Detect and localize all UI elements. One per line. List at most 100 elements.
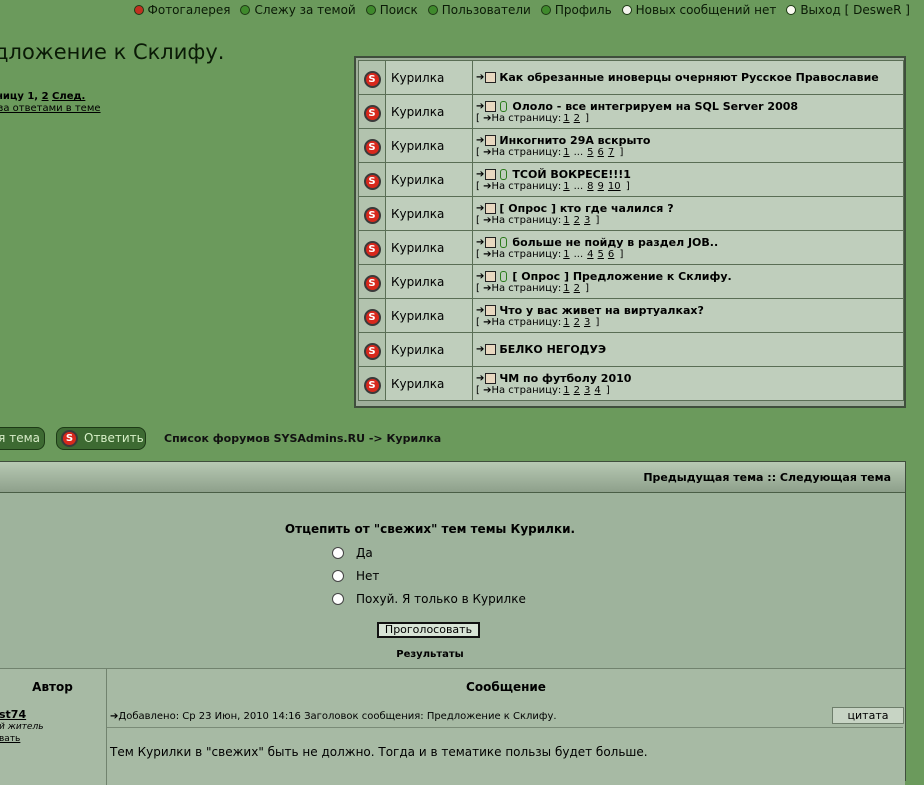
arrow-icon: ➔ (476, 202, 485, 214)
pages-label: На страницу: (491, 214, 562, 226)
page-link[interactable]: 6 (598, 147, 604, 158)
author-profile-link[interactable]: вать (0, 734, 20, 744)
post-body: Тем Курилки в "свежих" быть не должно. Т… (110, 745, 648, 759)
page-link[interactable]: 9 (598, 181, 604, 192)
radio-button[interactable] (332, 593, 344, 605)
topic-status-cell: S (358, 94, 386, 129)
poll-option[interactable]: Да (332, 546, 373, 560)
topic-title[interactable]: больше не пойду в раздел JOB.. (512, 236, 718, 249)
topic-forum[interactable]: Курилка (385, 128, 473, 163)
topic-forum[interactable]: Курилка (385, 60, 473, 95)
page-link[interactable]: 2 (574, 385, 580, 396)
users-icon (427, 5, 438, 15)
new-topic-button[interactable]: ая тема (0, 427, 45, 450)
topic-title[interactable]: ТСОЙ ВОКРЕСЕ!!!1 (512, 168, 631, 181)
topic-title[interactable]: [ Опрос ] Предложение к Склифу. (512, 270, 731, 283)
topic-pages: [ ➔На страницу: 1... 4 5 6 ] (476, 249, 903, 260)
breadcrumb[interactable]: Список форумов SYSAdmins.RU -> Курилка (164, 432, 441, 445)
nav-users[interactable]: Пользователи (427, 3, 531, 17)
page-link[interactable]: 10 (608, 181, 621, 192)
poll-results-link[interactable]: Результаты (0, 649, 861, 660)
radio-button[interactable] (332, 570, 344, 582)
nav-messages[interactable]: Новых сообщений нет (621, 3, 776, 17)
author-name[interactable]: st74 (0, 708, 26, 721)
forum-icon: S (363, 207, 381, 224)
pages-ellipsis: ... (573, 180, 584, 192)
topic-forum[interactable]: Курилка (385, 196, 473, 231)
topic-forum[interactable]: Курилка (385, 230, 473, 265)
topic-icon (485, 202, 497, 214)
page-link[interactable]: 7 (608, 147, 614, 158)
topic-icon (485, 344, 497, 355)
topic-forum[interactable]: Курилка (385, 94, 473, 129)
arrow-icon: ➔ (476, 168, 485, 180)
page-link[interactable]: 8 (587, 181, 593, 192)
pagination-next[interactable]: След. (52, 91, 85, 102)
topic-status-cell: S (358, 264, 386, 299)
topic-title[interactable]: Ололо - все интегрируем на SQL Server 20… (512, 100, 798, 113)
nav-gallery[interactable]: Фотогалерея (133, 3, 230, 17)
topic-status-cell: S (358, 230, 386, 265)
forum-icon: S (363, 71, 381, 88)
topic-forum[interactable]: Курилка (385, 366, 473, 401)
page-link[interactable]: 1 (563, 181, 569, 192)
topic-title[interactable]: Инкогнито 29А вскрыто (499, 134, 650, 147)
topic-pages: [ ➔На страницу: 1 2 3 ] (476, 215, 903, 226)
pages-label: На страницу: (491, 316, 562, 328)
page-link[interactable]: 4 (587, 249, 593, 260)
radio-button[interactable] (332, 547, 344, 559)
topic-forum[interactable]: Курилка (385, 298, 473, 333)
topic-forum[interactable]: Курилка (385, 332, 473, 367)
topic-title[interactable]: Как обрезанные иноверцы очерняют Русское… (499, 71, 878, 84)
posts-header: Автор Сообщение (0, 668, 905, 706)
forum-icon: S (363, 105, 381, 122)
watch-topic-link[interactable]: за ответами в теме (0, 103, 101, 114)
reply-button[interactable]: S Ответить (56, 427, 146, 450)
poll-option[interactable]: Похуй. Я только в Курилке (332, 592, 526, 606)
pagination: ницу 1, 2 След. (0, 91, 86, 102)
pagination-page-2[interactable]: 2 (42, 91, 49, 102)
topic-title[interactable]: [ Опрос ] кто где чалился ? (499, 202, 673, 215)
page-link[interactable]: 4 (594, 385, 600, 396)
topic-nav-links[interactable]: Предыдущая тема :: Следующая тема (643, 471, 891, 484)
topic-forum[interactable]: Курилка (385, 162, 473, 197)
topic-cell: ➔ ЧМ по футболу 2010[ ➔На страницу: 1 2 3 4 ] (472, 366, 904, 401)
page-link[interactable]: 3 (584, 317, 590, 328)
topic-title[interactable]: Что у вас живет на виртуалках? (499, 304, 703, 317)
page-link[interactable]: 1 (563, 385, 569, 396)
page-link[interactable]: 1 (563, 283, 569, 294)
page-link[interactable]: 1 (563, 249, 569, 260)
page-link[interactable]: 1 (563, 215, 569, 226)
page-link[interactable]: 5 (587, 147, 593, 158)
page-link[interactable]: 2 (574, 215, 580, 226)
topic-row: S Курилка ➔ [ Опрос ] Предложение к Склифу.… (358, 264, 904, 299)
pages-suffix: ] (592, 316, 600, 328)
arrow-icon: ➔ (476, 270, 485, 282)
vote-button[interactable]: Проголосовать (377, 622, 480, 638)
nav-search[interactable]: Поиск (365, 3, 418, 17)
page-link[interactable]: 3 (584, 215, 590, 226)
topic-forum[interactable]: Курилка (385, 264, 473, 299)
topic-row: S Курилка ➔ Инкогнито 29А вскрыто[ ➔На стра… (358, 128, 904, 163)
topic-pages: [ ➔На страницу: 1... 5 6 7 ] (476, 147, 903, 158)
topic-title[interactable]: ЧМ по футболу 2010 (499, 372, 631, 385)
page-link[interactable]: 3 (584, 385, 590, 396)
nav-watched[interactable]: Слежу за темой (240, 3, 356, 17)
quote-button[interactable]: цитата (832, 707, 904, 724)
page-link[interactable]: 2 (574, 317, 580, 328)
page-link[interactable]: 2 (574, 113, 580, 124)
page-link[interactable]: 1 (563, 317, 569, 328)
topic-title[interactable]: БЕЛКО НЕГОДУЭ (499, 343, 606, 356)
poll-option[interactable]: Нет (332, 569, 379, 583)
page-link[interactable]: 1 (563, 113, 569, 124)
page-link[interactable]: 6 (608, 249, 614, 260)
page-link[interactable]: 1 (563, 147, 569, 158)
page-link[interactable]: 2 (574, 283, 580, 294)
pages-suffix: ] (582, 112, 590, 124)
pages-label: На страницу: (491, 248, 562, 260)
topic-icon (485, 72, 497, 83)
nav-logout[interactable]: Выход [ DesweR ] (786, 3, 910, 17)
page-link[interactable]: 5 (598, 249, 604, 260)
page-title: дложение к Склифу. (0, 40, 225, 64)
nav-profile[interactable]: Профиль (540, 3, 612, 17)
